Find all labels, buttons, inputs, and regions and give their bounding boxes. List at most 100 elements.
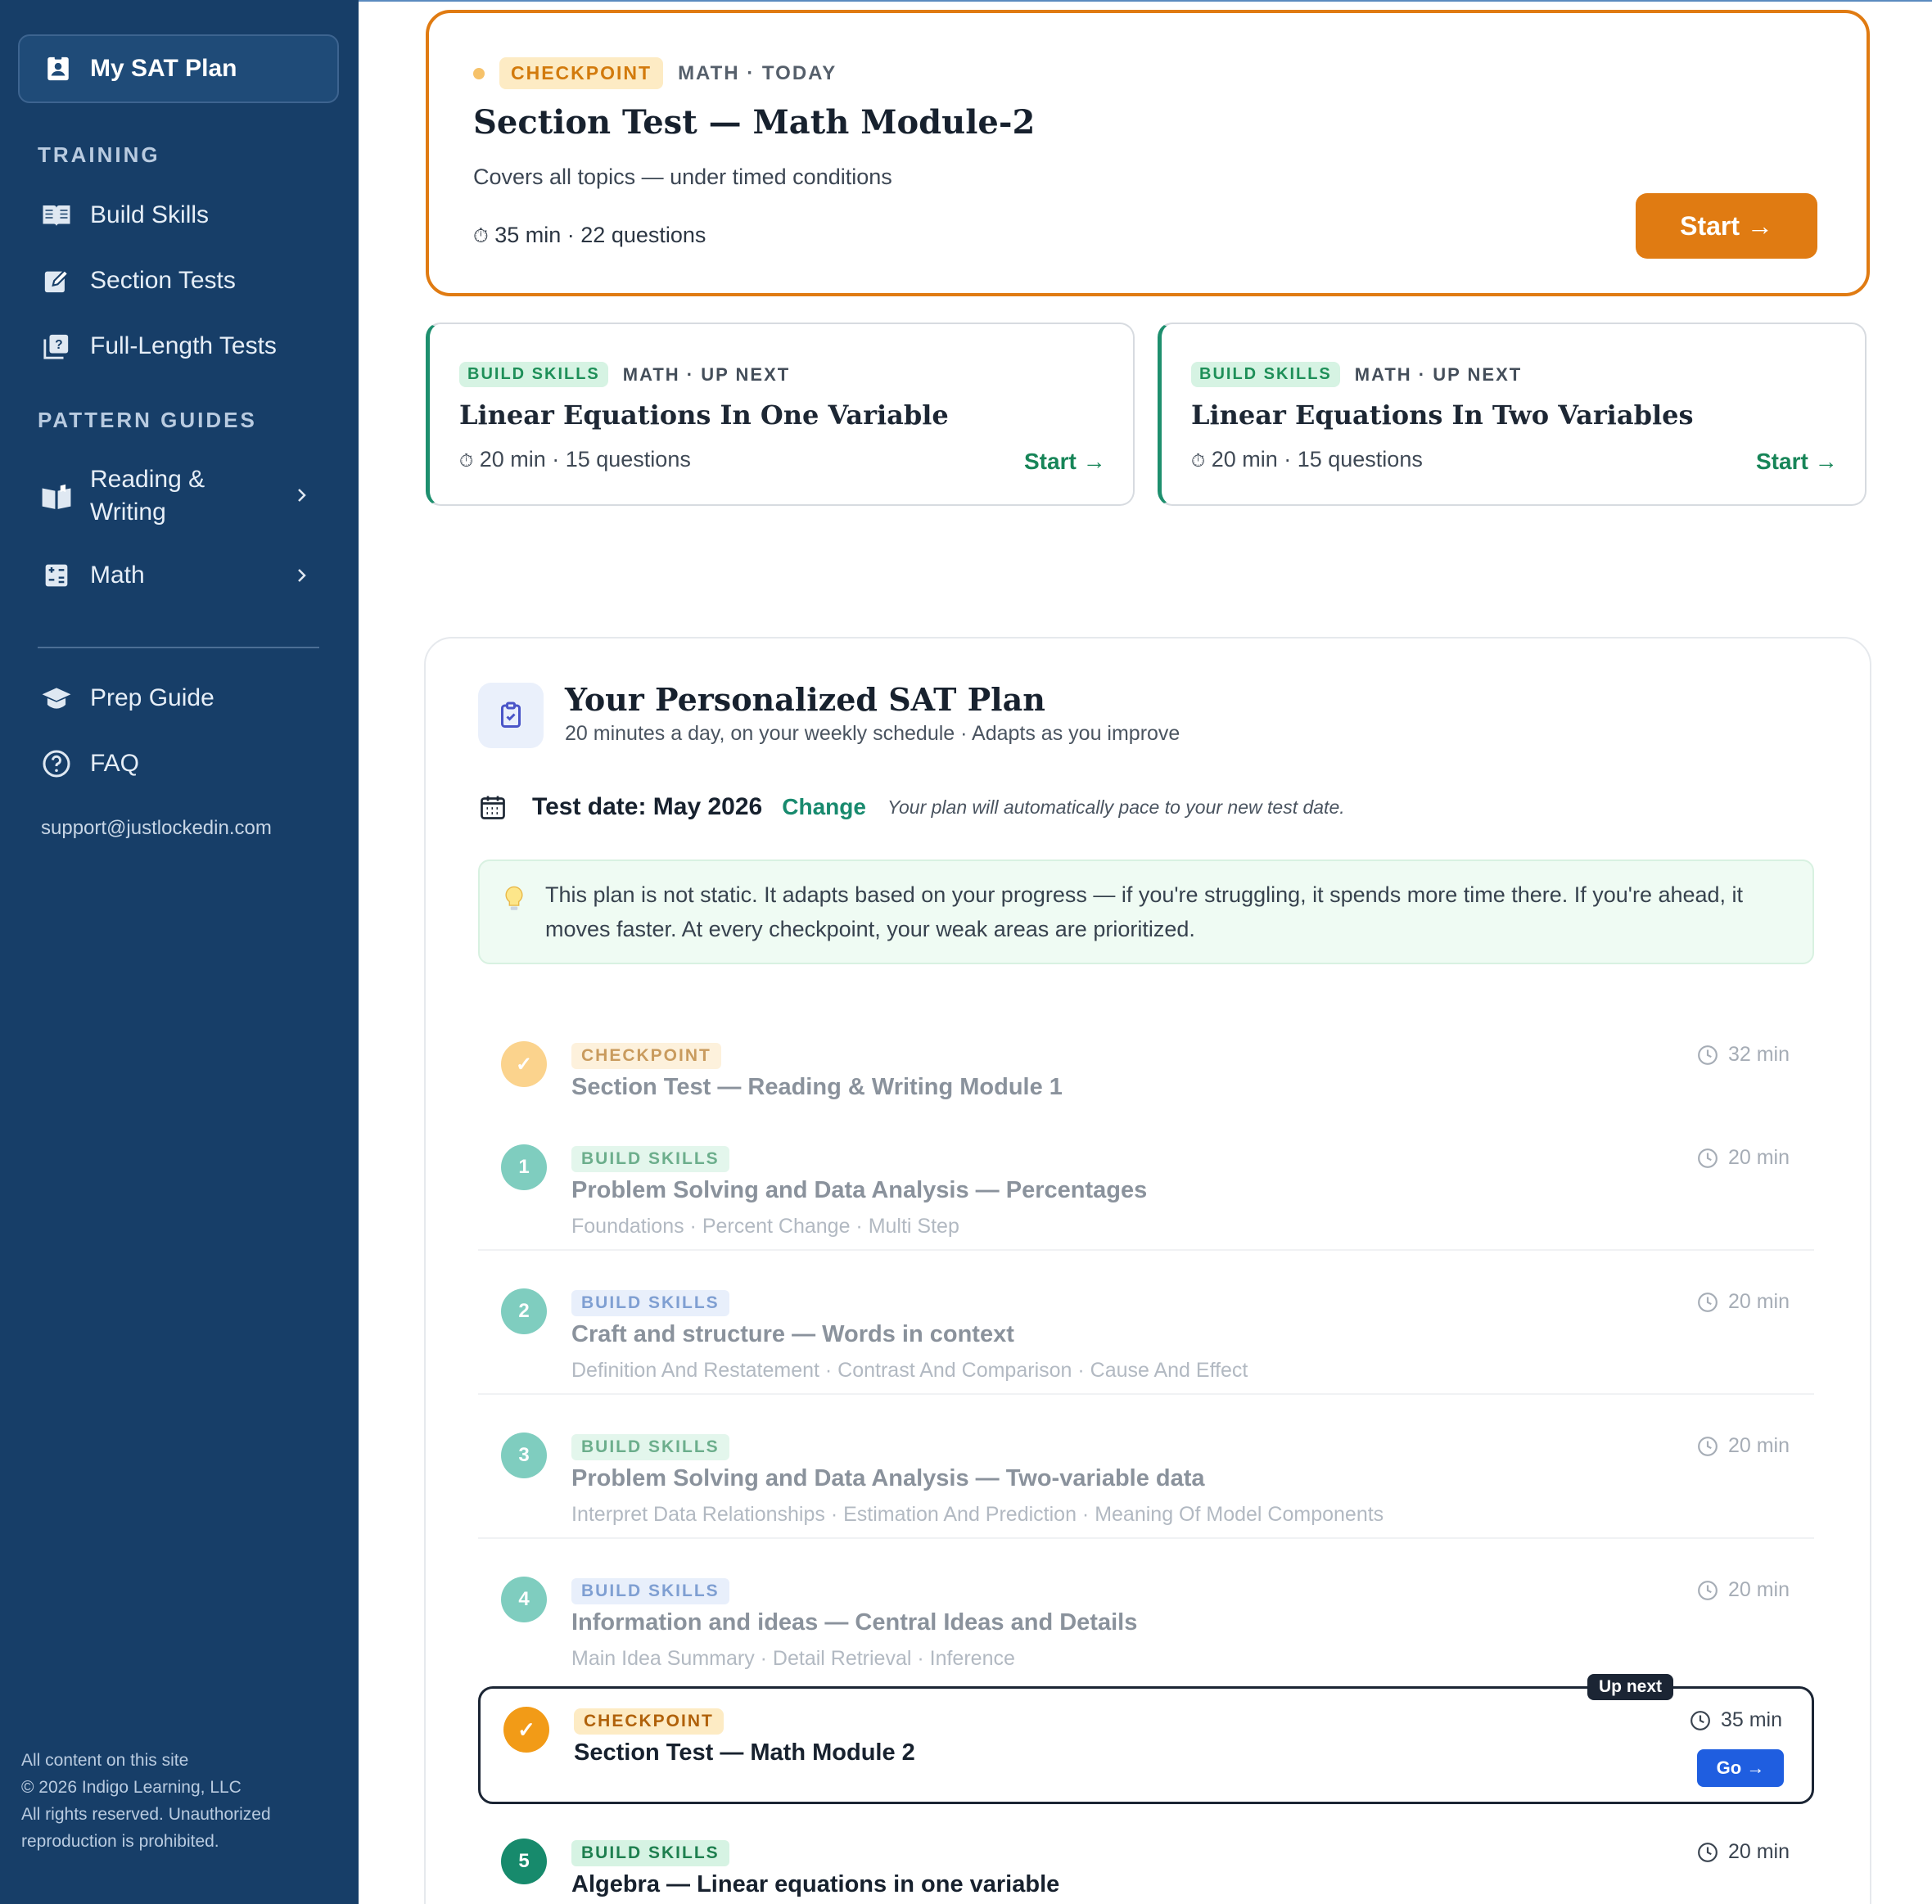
today-start-button[interactable]: Start → [1636,193,1817,259]
row-duration: 20 min [1697,1146,1790,1170]
plan-row[interactable]: 1 BUILD SKILLS Problem Solving and Data … [478,1126,1814,1257]
timer-icon: ⏱ [473,225,489,247]
change-test-date-link[interactable]: Change [782,794,866,820]
duration-text: 20 min [1727,1434,1790,1457]
checkpoint-check-icon: ✓ [503,1707,549,1753]
step-number: 5 [501,1839,547,1884]
chevron-right-icon[interactable] [291,566,311,585]
sidebar-item-prep-guide[interactable]: Prep Guide [41,683,214,714]
build-skills-badge: BUILD SKILLS [571,1434,729,1460]
row-divider [478,1537,1814,1539]
today-meta: ⏱ 35 min · 22 questions [473,223,706,248]
plan-row[interactable]: 3 BUILD SKILLS Problem Solving and Data … [478,1414,1814,1545]
row-topics: Definition And Restatement · Contrast An… [571,1359,1248,1382]
clock-icon [1698,1148,1718,1168]
row-title: Section Test — Reading & Writing Module … [571,1074,1063,1100]
test-date-note: Your plan will automatically pace to you… [887,796,1345,818]
up-next-badge: Up next [1587,1674,1674,1700]
sidebar-item-math[interactable]: Math [41,560,145,591]
sidebar-item-faq[interactable]: FAQ [41,748,139,779]
sidebar-item-reading-writing[interactable]: Reading & Writing [41,463,205,529]
today-meta-text: 35 min · 22 questions [494,223,706,247]
current-plan-row[interactable]: Up next ✓ CHECKPOINT Section Test — Math… [478,1674,1814,1804]
sidebar-item-label: My SAT Plan [90,55,237,82]
row-duration: 20 min [1697,1434,1790,1458]
plan-row[interactable]: 4 BUILD SKILLS Information and ideas — C… [478,1559,1814,1681]
step-number: 3 [501,1433,547,1478]
duration-text: 20 min [1727,1578,1790,1601]
footer-line: All rights reserved. Unauthorized [21,1805,271,1824]
duration-text: 32 min [1727,1043,1790,1066]
row-duration: 20 min [1697,1840,1790,1864]
row-topics: Interpret Data Relationships · Estimatio… [571,1503,1384,1526]
sidebar-item-label: Reading & [90,466,205,493]
step-number: 1 [501,1144,547,1190]
row-title: Problem Solving and Data Analysis — Perc… [571,1177,1148,1203]
plan-subtitle: 20 minutes a day, on your weekly schedul… [565,722,1180,745]
open-book-icon [41,481,72,512]
pencil-square-icon [41,265,72,296]
up-next-start-button[interactable]: Start → [1024,449,1106,475]
graduation-cap-icon [41,683,72,714]
calculator-icon [41,560,72,591]
plan-panel: Your Personalized SAT Plan 20 minutes a … [424,637,1871,1904]
support-email-link[interactable]: support@justlockedin.com [41,817,272,840]
up-next-card[interactable]: BUILD SKILLS MATH · UP NEXT Linear Equat… [426,323,1135,506]
build-skills-badge: BUILD SKILLS [571,1840,729,1866]
plan-row[interactable]: 5 BUILD SKILLS Algebra — Linear equation… [478,1821,1814,1902]
row-title: Craft and structure — Words in context [571,1321,1014,1347]
up-next-card[interactable]: BUILD SKILLS MATH · UP NEXT Linear Equat… [1158,323,1867,506]
checkpoint-badge: CHECKPOINT [571,1043,721,1069]
up-next-meta-text: 20 min · 15 questions [479,447,691,471]
plan-row[interactable]: 2 BUILD SKILLS Craft and structure — Wor… [478,1270,1814,1401]
completed-check-icon: ✓ [501,1041,547,1087]
clock-icon [1690,1710,1710,1730]
up-next-tagline: BUILD SKILLS MATH · UP NEXT [1191,362,1522,387]
up-next-meta: ⏱ 20 min · 15 questions [1191,447,1423,472]
row-duration: 32 min [1697,1043,1790,1067]
today-description: Covers all topics — under timed conditio… [473,165,892,189]
sidebar-divider [38,647,319,648]
today-tagline: CHECKPOINT MATH · TODAY [473,57,837,89]
step-number: 2 [501,1288,547,1334]
up-next-meta: ⏱ 20 min · 15 questions [459,447,691,472]
test-date-row: Test date: May 2026 Change Your plan wil… [478,792,1345,822]
build-skills-badge: BUILD SKILLS [571,1290,729,1316]
sidebar-item-my-sat-plan[interactable]: My SAT Plan [18,34,339,103]
clock-icon [1698,1580,1718,1600]
sidebar-item-full-length-tests[interactable]: ? Full-Length Tests [41,331,277,362]
sidebar-item-label: Prep Guide [90,684,214,711]
clock-icon [1698,1044,1718,1065]
lightbulb-icon [505,886,523,910]
plan-row[interactable]: ✓ CHECKPOINT Section Test — Reading & Wr… [478,1023,1814,1113]
row-title: Problem Solving and Data Analysis — Two-… [571,1465,1205,1491]
checkpoint-badge: CHECKPOINT [499,57,664,89]
go-button[interactable]: Go → [1697,1749,1784,1787]
clock-icon [1698,1292,1718,1312]
sidebar-item-label: Math [90,562,145,589]
up-next-start-button[interactable]: Start → [1756,449,1838,475]
help-circle-icon [41,748,72,779]
callout-text: This plan is not static. It adapts based… [545,882,1744,941]
calendar-icon [481,796,505,819]
checkpoint-badge: CHECKPOINT [574,1708,724,1735]
build-skills-badge: BUILD SKILLS [571,1578,729,1604]
clipboard-check-icon [478,683,544,748]
up-next-context: MATH · UP NEXT [622,363,791,385]
sidebar: My SAT Plan TRAINING Build Skills Sectio… [0,0,359,1904]
clock-icon [1698,1842,1718,1862]
svg-text:?: ? [55,338,63,352]
row-duration: 20 min [1697,1290,1790,1314]
plan-title: Your Personalized SAT Plan [565,681,1045,718]
chevron-right-icon[interactable] [291,485,311,505]
up-next-title: Linear Equations In Two Variables [1191,399,1694,431]
test-date-label: Test date: May 2026 [532,793,763,820]
row-divider [478,1249,1814,1251]
timer-icon: ⏱ [459,450,474,471]
sidebar-item-section-tests[interactable]: Section Tests [41,265,236,296]
sidebar-item-label: Full-Length Tests [90,332,277,359]
row-topics: Foundations · Percent Change · Multi Ste… [571,1215,959,1238]
sidebar-item-build-skills[interactable]: Build Skills [41,200,209,231]
clock-icon [1698,1436,1718,1456]
build-skills-badge: BUILD SKILLS [571,1146,729,1172]
